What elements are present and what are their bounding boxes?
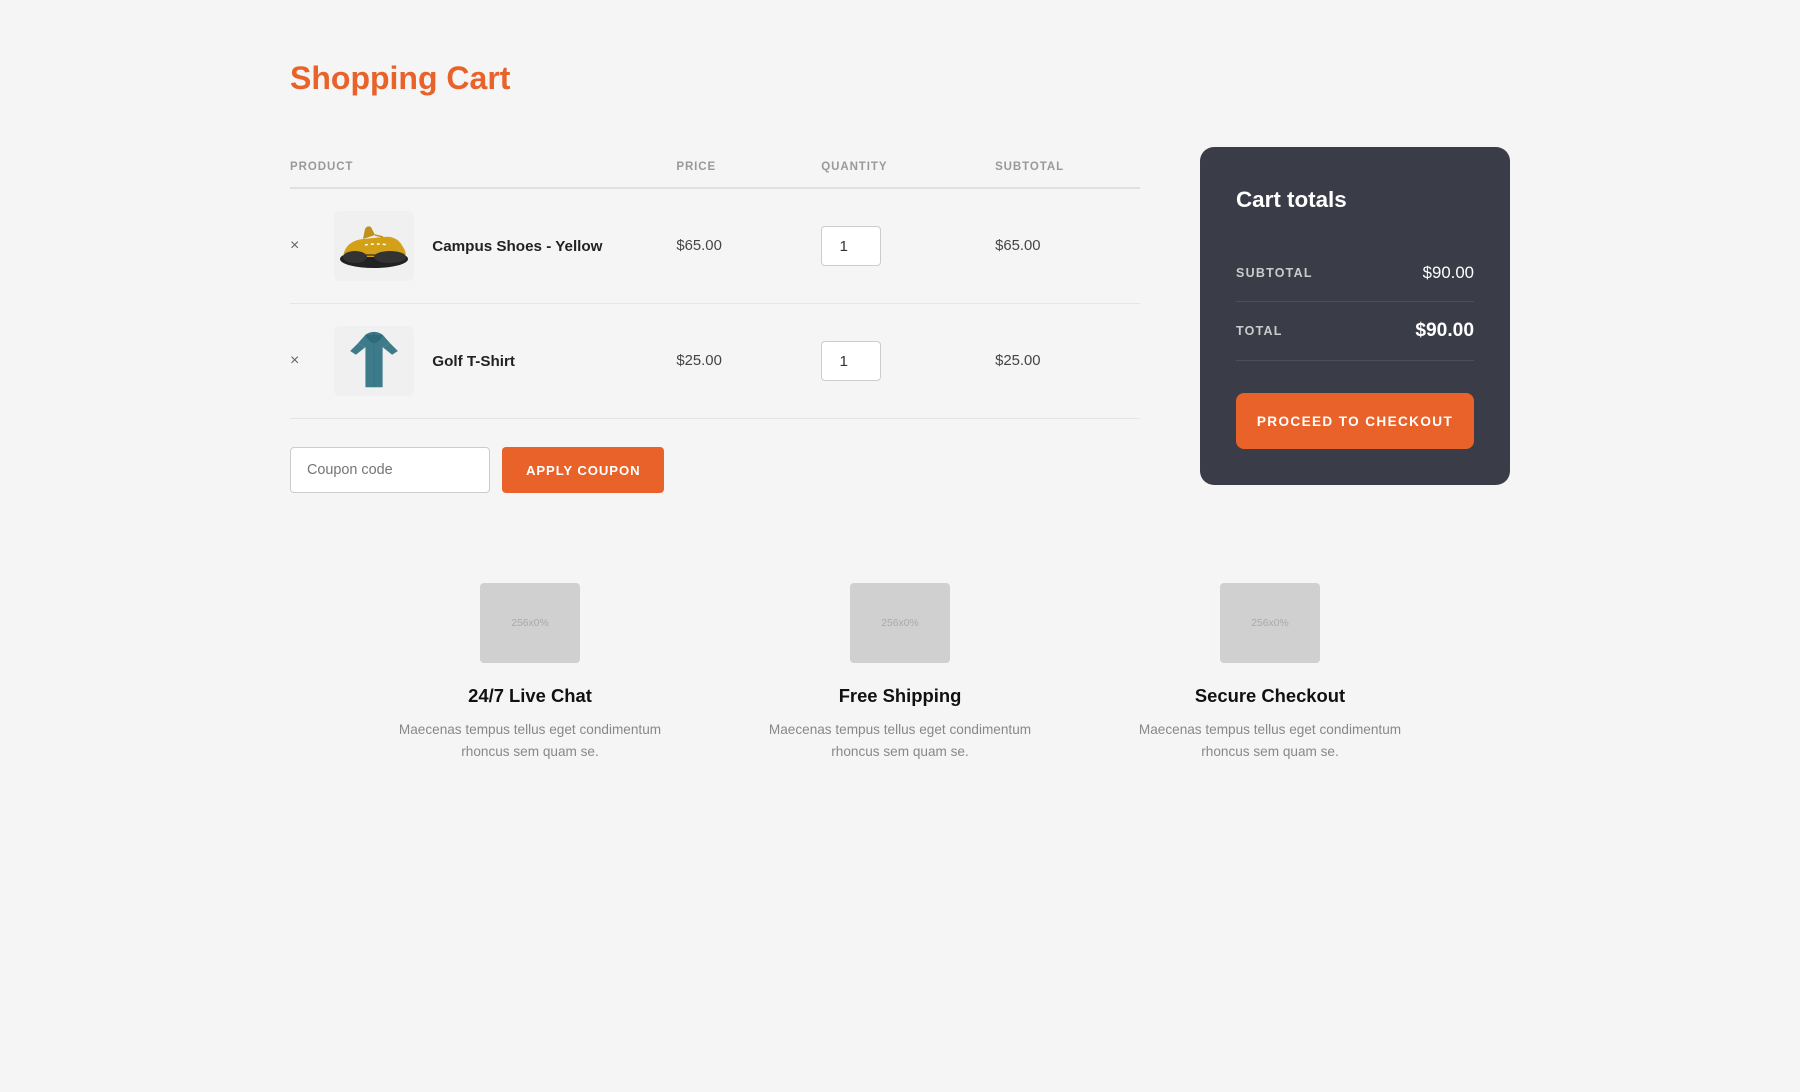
page-title: Shopping Cart xyxy=(290,60,1510,97)
total-label: TOTAL xyxy=(1236,324,1283,338)
feature-image-0: 256x0% xyxy=(480,583,580,663)
coupon-input[interactable] xyxy=(290,447,490,493)
feature-item-1: 256x0% Free Shipping Maecenas tempus tel… xyxy=(765,583,1035,763)
col-header-product: PRODUCT xyxy=(290,147,676,188)
col-header-subtotal: SUBTOTAL xyxy=(995,147,1140,188)
product-cell-1: Campus Shoes - Yellow xyxy=(334,211,666,281)
product-price-2: $25.00 xyxy=(676,304,821,419)
product-cell-2: Golf T-Shirt xyxy=(334,326,666,396)
coupon-row: APPLY COUPON xyxy=(290,447,1140,493)
quantity-input-1[interactable] xyxy=(821,226,881,266)
checkout-button[interactable]: PROCEED TO CHECKOUT xyxy=(1236,393,1474,449)
product-price-1: $65.00 xyxy=(676,188,821,304)
col-header-quantity: QUANTITY xyxy=(821,147,995,188)
table-row: × xyxy=(290,188,1140,304)
product-image-1 xyxy=(334,211,414,281)
shoe-icon xyxy=(335,221,413,271)
product-subtotal-2: $25.00 xyxy=(995,304,1140,419)
feature-desc-0: Maecenas tempus tellus eget condimentum … xyxy=(395,719,665,763)
page-title-plain: Shopping xyxy=(290,60,446,96)
remove-item-2-button[interactable]: × xyxy=(290,353,311,369)
feature-title-1: Free Shipping xyxy=(839,685,962,707)
page-title-accent: Cart xyxy=(446,60,510,96)
product-subtotal-1: $65.00 xyxy=(995,188,1140,304)
feature-image-1: 256x0% xyxy=(850,583,950,663)
product-name-1: Campus Shoes - Yellow xyxy=(432,238,602,255)
total-value: $90.00 xyxy=(1415,320,1474,342)
total-row: TOTAL $90.00 xyxy=(1236,302,1474,361)
table-row: × xyxy=(290,304,1140,419)
cart-totals-box: Cart totals SUBTOTAL $90.00 TOTAL $90.00… xyxy=(1200,147,1510,485)
apply-coupon-button[interactable]: APPLY COUPON xyxy=(502,447,664,493)
cart-totals-title: Cart totals xyxy=(1236,187,1474,213)
cart-table: PRODUCT PRICE QUANTITY SUBTOTAL × xyxy=(290,147,1140,419)
product-image-2 xyxy=(334,326,414,396)
product-name-2: Golf T-Shirt xyxy=(432,353,515,370)
cart-totals-panel: Cart totals SUBTOTAL $90.00 TOTAL $90.00… xyxy=(1200,147,1510,485)
subtotal-value: $90.00 xyxy=(1423,263,1474,283)
cart-left: PRODUCT PRICE QUANTITY SUBTOTAL × xyxy=(290,147,1140,493)
subtotal-row: SUBTOTAL $90.00 xyxy=(1236,245,1474,302)
cart-layout: PRODUCT PRICE QUANTITY SUBTOTAL × xyxy=(290,147,1510,493)
col-header-price: PRICE xyxy=(676,147,821,188)
subtotal-label: SUBTOTAL xyxy=(1236,266,1313,280)
remove-item-1-button[interactable]: × xyxy=(290,238,311,254)
feature-title-0: 24/7 Live Chat xyxy=(468,685,592,707)
feature-item-0: 256x0% 24/7 Live Chat Maecenas tempus te… xyxy=(395,583,665,763)
feature-item-2: 256x0% Secure Checkout Maecenas tempus t… xyxy=(1135,583,1405,763)
page-wrapper: Shopping Cart PRODUCT PRICE QUANTITY SUB… xyxy=(250,0,1550,843)
feature-desc-1: Maecenas tempus tellus eget condimentum … xyxy=(765,719,1035,763)
feature-desc-2: Maecenas tempus tellus eget condimentum … xyxy=(1135,719,1405,763)
quantity-input-2[interactable] xyxy=(821,341,881,381)
features-section: 256x0% 24/7 Live Chat Maecenas tempus te… xyxy=(290,583,1510,763)
shirt-icon xyxy=(347,330,402,392)
feature-image-2: 256x0% xyxy=(1220,583,1320,663)
feature-title-2: Secure Checkout xyxy=(1195,685,1345,707)
